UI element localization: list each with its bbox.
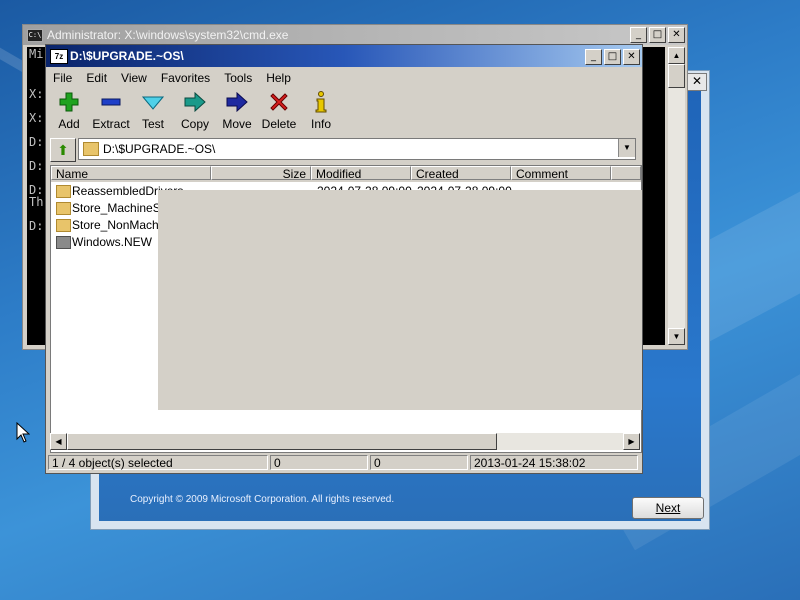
scroll-right-arrow-icon[interactable]: ▶ [623, 433, 640, 450]
maximize-button[interactable]: □ [649, 27, 666, 43]
console-line: X: [29, 87, 44, 101]
extract-label: Extract [92, 117, 130, 131]
column-created[interactable]: Created [411, 166, 511, 180]
address-path: D:\$UPGRADE.~OS\ [103, 142, 216, 156]
info-button[interactable]: Info [300, 91, 342, 131]
column-size[interactable]: Size [211, 166, 311, 180]
scroll-up-arrow-icon[interactable]: ▲ [668, 47, 685, 64]
horizontal-scrollbar[interactable]: ◀ ▶ [50, 433, 640, 450]
delete-label: Delete [261, 117, 297, 131]
add-button[interactable]: Add [48, 91, 90, 131]
console-line: X: [29, 111, 44, 125]
info-icon [300, 91, 342, 113]
sevenzip-window: 7z D:\$UPGRADE.~OS\ _ □ ✕ File Edit View… [45, 44, 643, 474]
status-size: 0 [270, 455, 368, 470]
file-icon [56, 236, 71, 249]
move-button[interactable]: Move [216, 91, 258, 131]
console-line: Th [29, 195, 44, 209]
blank-panel [158, 190, 642, 410]
test-label: Test [141, 117, 164, 131]
move-label: Move [222, 117, 252, 131]
info-label: Info [310, 117, 331, 131]
scroll-down-arrow-icon[interactable]: ▼ [668, 328, 685, 345]
sevenzip-title-bar[interactable]: 7z D:\$UPGRADE.~OS\ _ □ ✕ [46, 45, 642, 67]
console-line: D: [29, 159, 44, 173]
toolbar: Add Extract Test Copy Move Delete Info [46, 89, 642, 135]
scroll-thumb[interactable] [668, 64, 685, 88]
folder-icon [56, 219, 71, 232]
menu-help[interactable]: Help [259, 69, 298, 87]
status-date: 2013-01-24 15:38:02 [470, 455, 638, 470]
file-name: Windows.NEW [72, 235, 153, 249]
console-line: Mi [29, 47, 44, 61]
address-bar: ⬆ D:\$UPGRADE.~OS\ ▼ [48, 137, 640, 162]
status-packed: 0 [370, 455, 468, 470]
column-header: Name Size Modified Created Comment [51, 166, 641, 182]
check-icon [132, 91, 174, 113]
close-button[interactable]: ✕ [668, 27, 685, 43]
copy-label: Copy [180, 117, 209, 131]
menu-file[interactable]: File [46, 69, 79, 87]
test-button[interactable]: Test [132, 91, 174, 131]
maximize-button[interactable]: □ [604, 49, 621, 65]
cmd-icon: C:\ [27, 29, 43, 42]
folder-icon [56, 185, 71, 198]
minus-icon [90, 91, 132, 113]
console-line: D: [29, 219, 44, 233]
sevenzip-title: D:\$UPGRADE.~OS\ [70, 49, 184, 63]
delete-button[interactable]: Delete [258, 91, 300, 131]
copyright-text: Copyright © 2009 Microsoft Corporation. … [130, 494, 395, 505]
copy-arrow-icon [174, 91, 216, 113]
scroll-thumb[interactable] [67, 433, 497, 450]
column-comment[interactable]: Comment [511, 166, 611, 180]
delete-x-icon [258, 91, 300, 113]
folder-icon [83, 142, 99, 156]
menu-tools[interactable]: Tools [217, 69, 259, 87]
minimize-button[interactable]: _ [630, 27, 647, 43]
console-line: D: [29, 135, 44, 149]
up-folder-icon[interactable]: ⬆ [50, 138, 76, 162]
chevron-down-icon[interactable]: ▼ [618, 139, 635, 157]
menu-favorites[interactable]: Favorites [154, 69, 217, 87]
cmd-title: Administrator: X:\windows\system32\cmd.e… [47, 28, 289, 42]
address-field[interactable]: D:\$UPGRADE.~OS\ ▼ [78, 138, 636, 160]
close-button[interactable]: ✕ [623, 49, 640, 65]
column-modified[interactable]: Modified [311, 166, 411, 180]
sevenzip-icon: 7z [50, 49, 68, 64]
cmd-title-bar[interactable]: C:\ Administrator: X:\windows\system32\c… [23, 25, 687, 45]
scroll-left-arrow-icon[interactable]: ◀ [50, 433, 67, 450]
status-selection: 1 / 4 object(s) selected [48, 455, 268, 470]
extract-button[interactable]: Extract [90, 91, 132, 131]
menu-edit[interactable]: Edit [79, 69, 114, 87]
menu-bar: File Edit View Favorites Tools Help [46, 69, 642, 87]
copy-button[interactable]: Copy [174, 91, 216, 131]
add-label: Add [58, 117, 80, 131]
setup-close-button[interactable]: ✕ [687, 73, 707, 91]
next-button[interactable]: Next [632, 497, 704, 519]
column-name[interactable]: Name [51, 166, 211, 180]
move-arrow-icon [216, 91, 258, 113]
minimize-button[interactable]: _ [585, 49, 602, 65]
menu-view[interactable]: View [114, 69, 154, 87]
cmd-scrollbar[interactable]: ▲ ▼ [668, 47, 685, 345]
column-empty [611, 166, 641, 180]
mouse-pointer-icon [16, 422, 30, 443]
folder-icon [56, 202, 71, 215]
plus-icon [48, 91, 90, 113]
status-bar: 1 / 4 object(s) selected 0 0 2013-01-24 … [48, 455, 640, 471]
